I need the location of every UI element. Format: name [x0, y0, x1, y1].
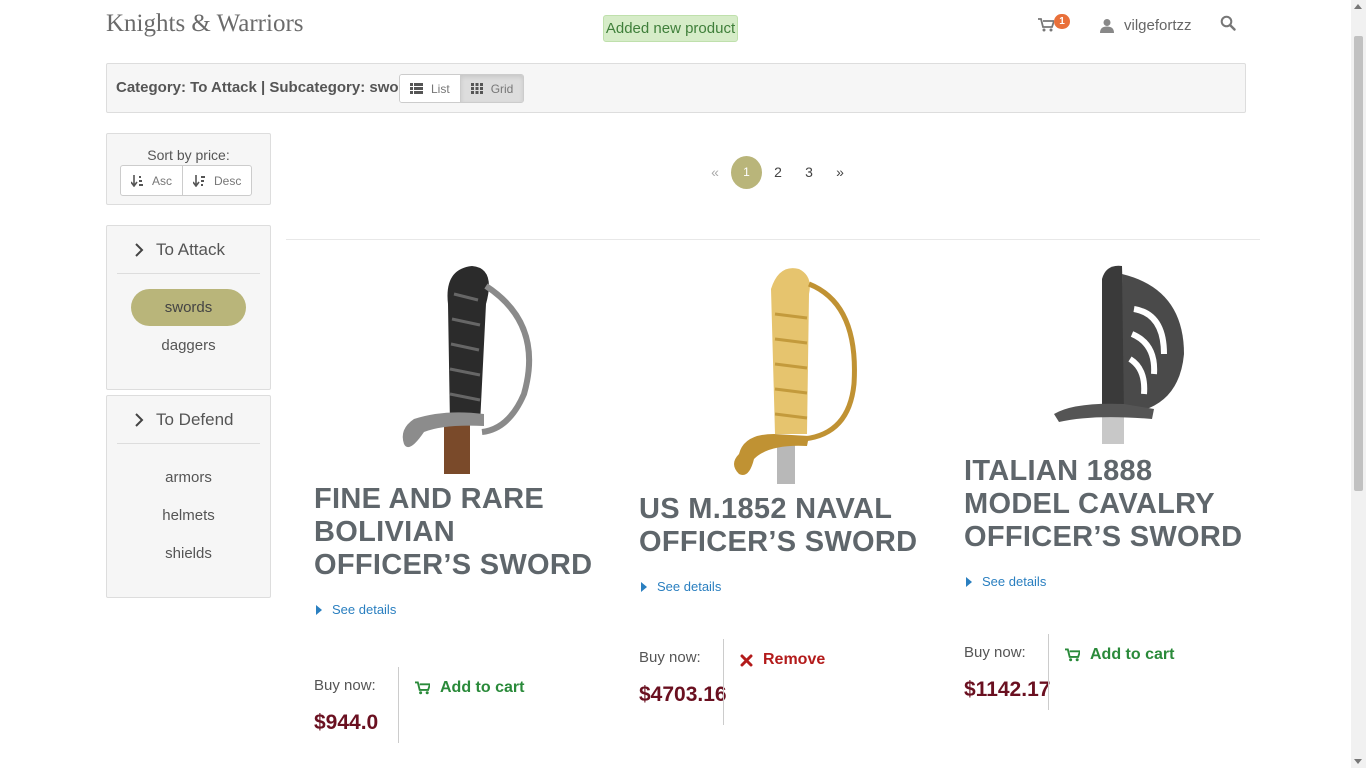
product-price: $4703.16: [639, 683, 727, 706]
product-price: $944.0: [314, 711, 379, 734]
pagination-prev[interactable]: «: [700, 156, 730, 189]
see-details-label: See details: [657, 579, 722, 594]
scroll-up-arrow[interactable]: [1354, 4, 1362, 9]
list-icon: [410, 83, 423, 94]
sort-asc-label: Asc: [152, 173, 173, 188]
product-price: $1142.17: [964, 678, 1051, 701]
subcategory-shields[interactable]: shields: [131, 535, 246, 572]
buy-column: Buy now: $944.0: [314, 677, 398, 743]
caret-right-icon: [966, 576, 972, 587]
buy-column: Buy now: $1142.17: [964, 644, 1051, 710]
category-panel-attack: To Attack swords daggers: [106, 225, 271, 390]
see-details-label: See details: [982, 574, 1047, 589]
caret-right-icon: [316, 604, 322, 615]
buy-row: Buy now: $944.0 Add to cart: [314, 667, 614, 743]
sort-button-group: Asc Desc: [120, 165, 253, 196]
see-details-label: See details: [332, 602, 397, 617]
product-image-sword[interactable]: [709, 264, 869, 484]
category-bar: Category: To Attack | Subcategory: sword…: [106, 63, 1246, 113]
grid-view-button[interactable]: Grid: [459, 75, 524, 102]
cart-icon: [415, 681, 430, 695]
cart-button[interactable]: 1: [1036, 14, 1076, 36]
product-card: FINE AND RARE BOLIVIAN OFFICER’S SWORD S…: [314, 264, 614, 743]
subcategory-daggers[interactable]: daggers: [131, 327, 246, 364]
username: vilgefortzz: [1124, 16, 1192, 34]
divider: [286, 239, 1260, 240]
pagination: « 1 2 3 »: [700, 156, 856, 189]
chevron-right-icon: [135, 242, 144, 257]
product-title[interactable]: US M.1852 NAVAL OFFICER’S SWORD: [639, 493, 939, 559]
sort-panel: Sort by price: Asc Desc: [106, 133, 271, 205]
pagination-page-3[interactable]: 3: [794, 156, 824, 189]
see-details-link[interactable]: See details: [964, 574, 1264, 589]
search-icon: [1220, 15, 1236, 31]
cart-count-badge: 1: [1054, 14, 1070, 29]
pagination-page-1[interactable]: 1: [731, 156, 762, 189]
sort-title: Sort by price:: [147, 147, 230, 163]
category-name: To Defend: [156, 409, 234, 429]
pagination-next[interactable]: »: [825, 156, 855, 189]
product-card: US M.1852 NAVAL OFFICER’S SWORD See deta…: [639, 264, 939, 725]
scroll-down-arrow[interactable]: [1354, 759, 1362, 764]
subcategory-helmets[interactable]: helmets: [131, 497, 246, 534]
buy-row: Buy now: $1142.17 Add to cart: [964, 634, 1264, 710]
brand-logo[interactable]: Knights & Warriors: [106, 10, 304, 38]
grid-view-label: Grid: [490, 81, 514, 96]
add-to-cart-button[interactable]: Add to cart: [399, 677, 524, 699]
subcategory-armors[interactable]: armors: [131, 459, 246, 496]
list-view-button[interactable]: List: [400, 75, 460, 102]
sort-asc-button[interactable]: Asc: [121, 166, 182, 195]
sort-desc-icon: [193, 174, 206, 187]
scroll-thumb[interactable]: [1354, 36, 1363, 491]
category-panel-defend: To Defend armors helmets shields: [106, 395, 271, 598]
category-name: To Attack: [156, 239, 225, 259]
buy-column: Buy now: $4703.16: [639, 649, 727, 725]
buy-label: Buy now:: [639, 649, 701, 666]
add-to-cart-label: Add to cart: [440, 679, 525, 696]
sort-desc-label: Desc: [214, 173, 242, 188]
see-details-link[interactable]: See details: [314, 602, 614, 617]
search-button[interactable]: [1220, 15, 1238, 33]
add-to-cart-button[interactable]: Add to cart: [1049, 644, 1174, 666]
product-image-sword[interactable]: [1034, 264, 1194, 444]
see-details-link[interactable]: See details: [639, 579, 939, 594]
page-scrollbar[interactable]: [1351, 0, 1366, 768]
buy-label: Buy now:: [314, 677, 376, 694]
product-title[interactable]: FINE AND RARE BOLIVIAN OFFICER’S SWORD: [314, 483, 614, 582]
subcategory-swords[interactable]: swords: [131, 289, 246, 326]
sort-desc-button[interactable]: Desc: [182, 166, 251, 195]
category-breadcrumb: Category: To Attack | Subcategory: sword…: [116, 79, 422, 96]
pagination-page-2[interactable]: 2: [763, 156, 793, 189]
cart-icon: [1038, 18, 1054, 32]
caret-right-icon: [641, 581, 647, 592]
remove-from-cart-button[interactable]: Remove: [724, 649, 825, 671]
category-header-attack[interactable]: To Attack: [117, 226, 260, 274]
product-image-sword[interactable]: [384, 264, 544, 474]
flash-message: Added new product: [603, 15, 738, 42]
remove-label: Remove: [763, 651, 826, 668]
add-to-cart-label: Add to cart: [1090, 646, 1175, 663]
close-icon: [740, 654, 753, 666]
grid-icon: [470, 83, 483, 94]
buy-label: Buy now:: [964, 644, 1026, 661]
user-menu[interactable]: vilgefortzz: [1100, 14, 1192, 36]
product-title[interactable]: ITALIAN 1888 MODEL CAVALRY OFFICER’S SWO…: [964, 455, 1264, 554]
category-header-defend[interactable]: To Defend: [117, 396, 260, 444]
sort-asc-icon: [131, 174, 143, 187]
list-view-label: List: [431, 81, 450, 96]
view-toggle: List Grid: [399, 74, 525, 103]
product-card: ITALIAN 1888 MODEL CAVALRY OFFICER’S SWO…: [964, 264, 1264, 710]
user-icon: [1100, 18, 1114, 33]
buy-row: Buy now: $4703.16 Remove: [639, 639, 939, 725]
cart-icon: [1065, 648, 1080, 662]
chevron-right-icon: [135, 412, 144, 427]
